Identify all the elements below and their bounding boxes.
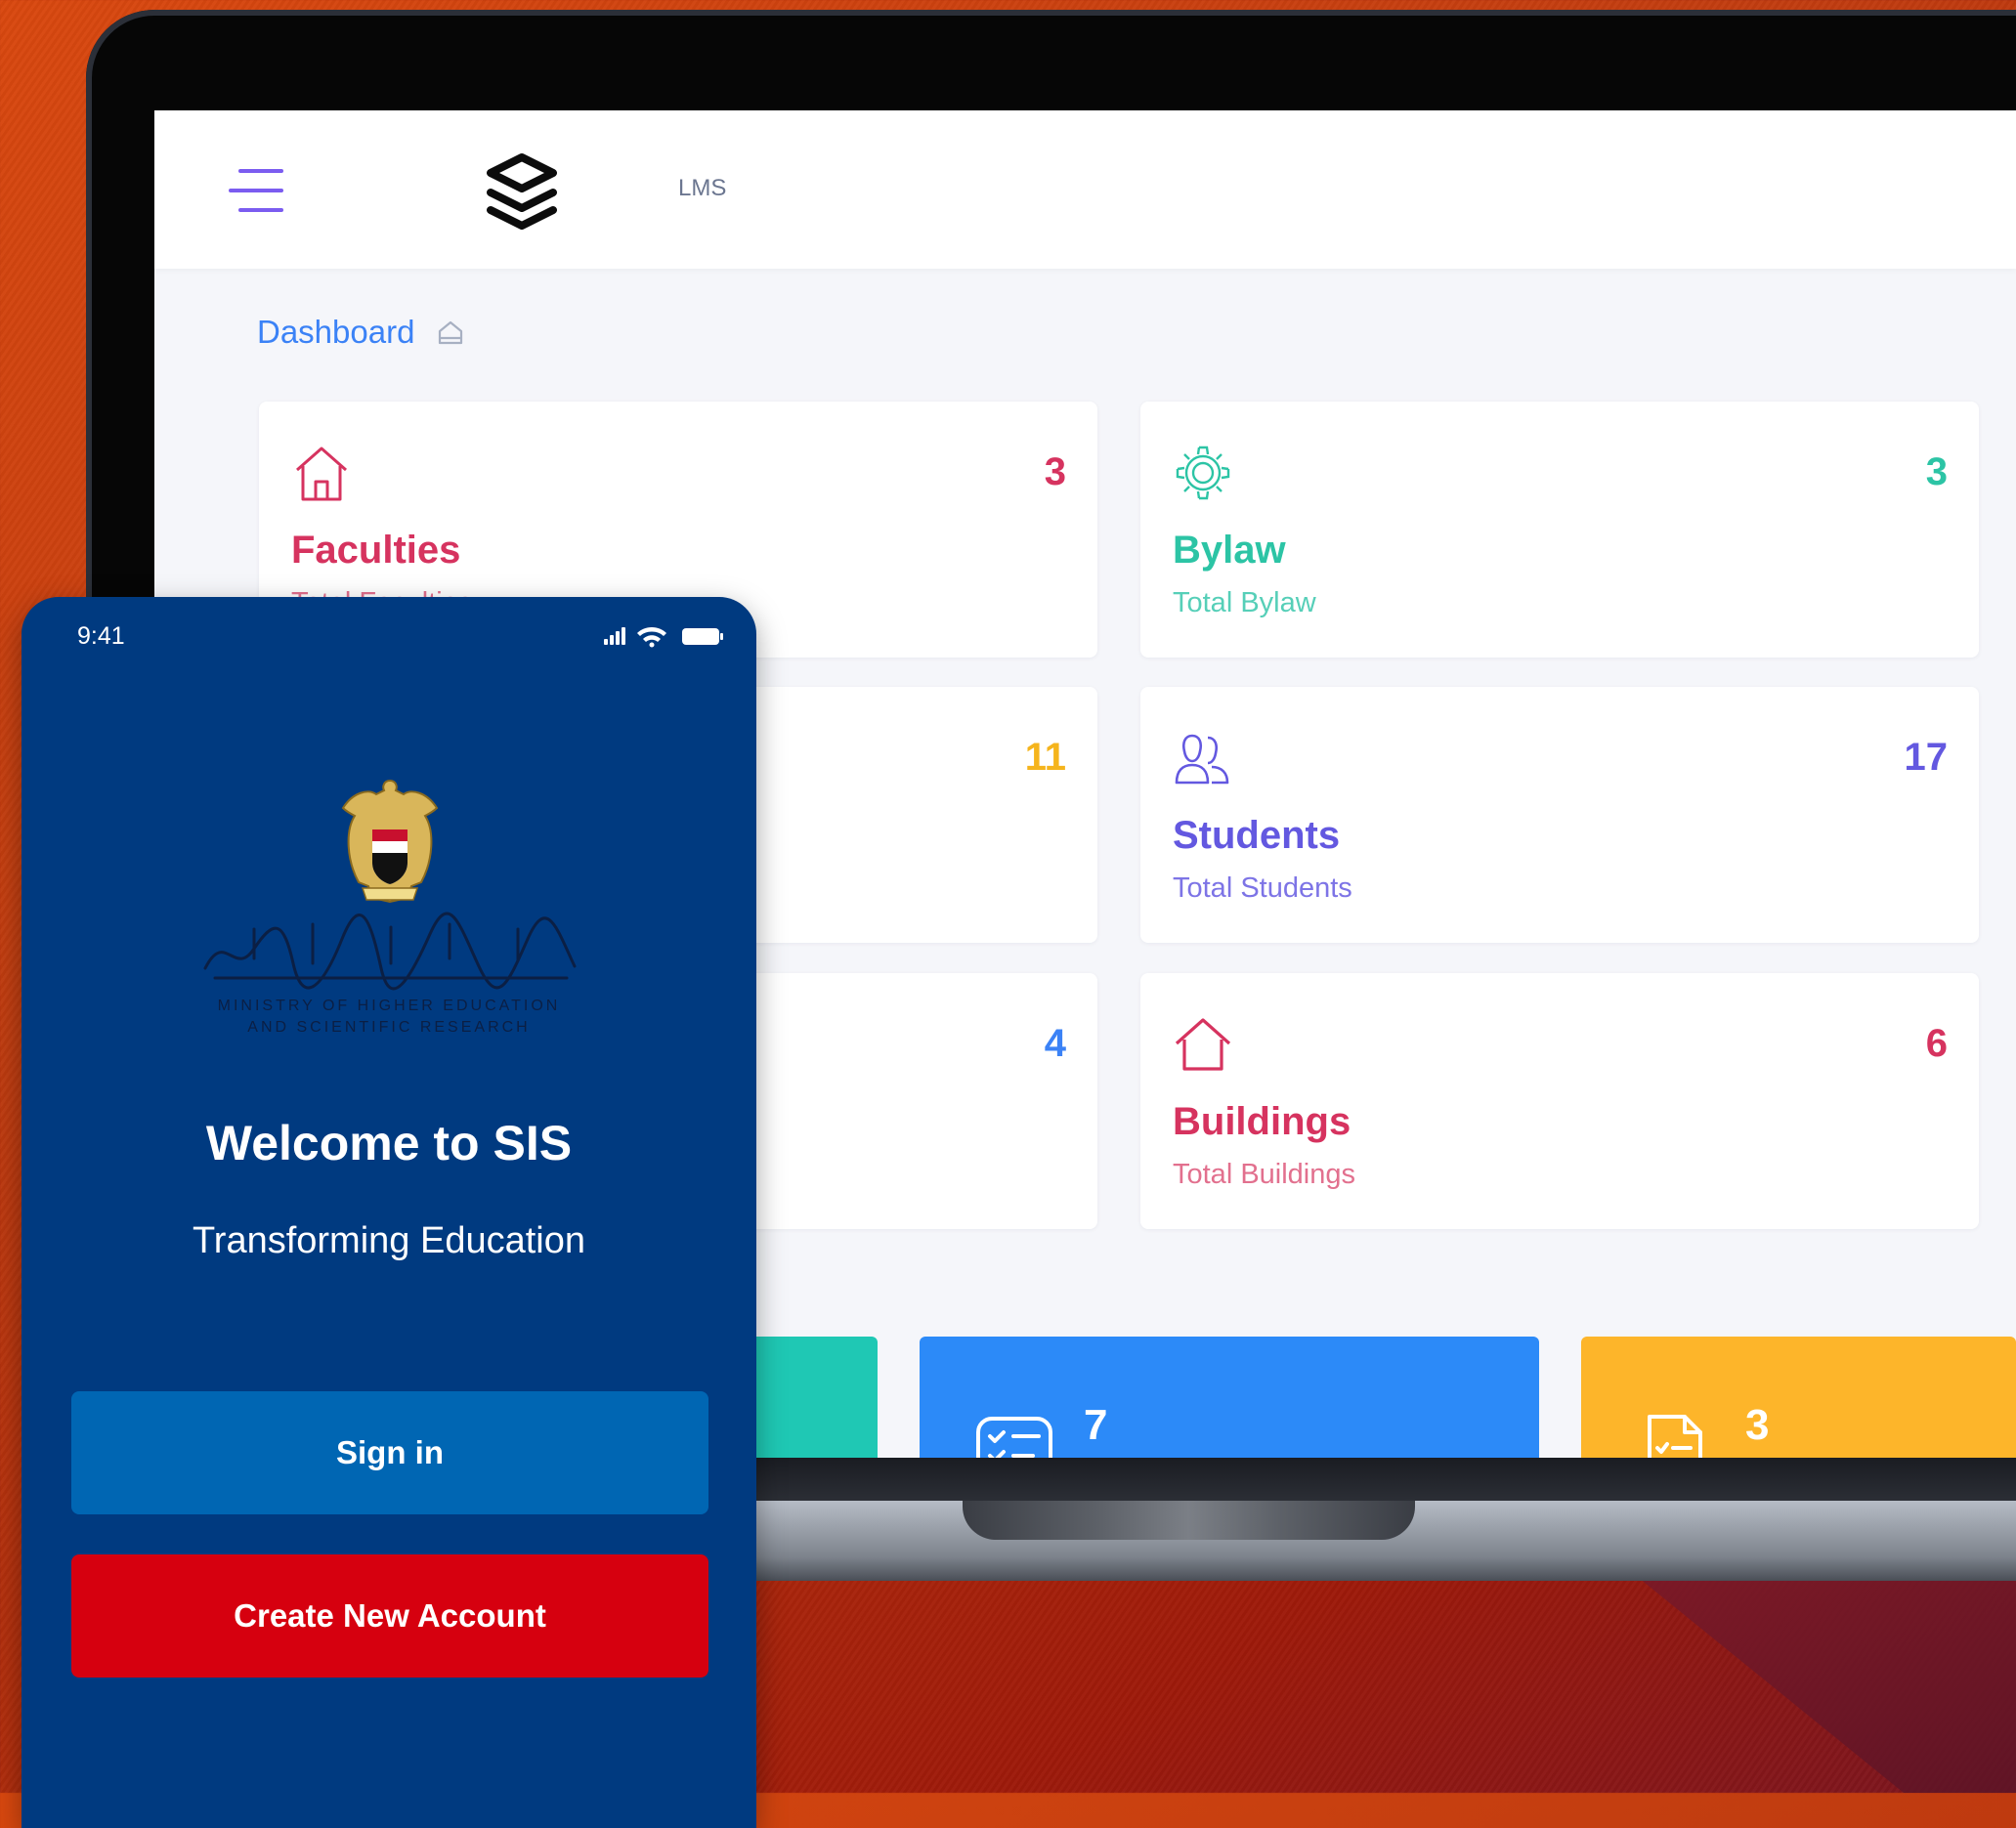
building-icon bbox=[1175, 1018, 1231, 1071]
summary-tile-blue[interactable]: 7 bbox=[920, 1337, 1539, 1459]
breadcrumb[interactable]: Dashboard bbox=[257, 314, 465, 351]
status-time: 9:41 bbox=[77, 622, 125, 650]
stat-card-buildings[interactable]: 6 Buildings Total Buildings bbox=[1140, 973, 1979, 1229]
hamburger-menu-icon[interactable] bbox=[229, 169, 283, 212]
stat-card-students[interactable]: 17 Students Total Students bbox=[1140, 687, 1979, 943]
app-label: LMS bbox=[678, 175, 727, 201]
tile-count: 3 bbox=[1745, 1401, 1770, 1449]
stacked-layers-logo-icon[interactable] bbox=[483, 146, 561, 232]
phone-screen: 9:41 MINISTRY OF HIGHER EDUCATION AND SC… bbox=[21, 597, 756, 1828]
laptop-hinge bbox=[684, 1458, 2016, 1503]
ministry-arabic-calligraphy bbox=[203, 912, 577, 991]
document-check-icon bbox=[1648, 1415, 1702, 1459]
home-outline-icon bbox=[439, 320, 463, 345]
house-icon bbox=[296, 446, 347, 501]
tagline: Transforming Education bbox=[192, 1220, 585, 1261]
stat-subtitle: Total Buildings bbox=[1173, 1159, 1355, 1190]
stat-count: 11 bbox=[1024, 736, 1066, 779]
gear-icon bbox=[1176, 446, 1230, 500]
stat-title: Buildings bbox=[1173, 1100, 1351, 1143]
checklist-card-icon bbox=[976, 1417, 1052, 1459]
stat-count: 3 bbox=[1044, 450, 1066, 493]
stat-card-bylaw[interactable]: 3 Bylaw Total Bylaw bbox=[1140, 402, 1979, 658]
stat-count: 6 bbox=[1925, 1022, 1948, 1065]
tile-count: 7 bbox=[1084, 1401, 1108, 1449]
create-account-button[interactable]: Create New Account bbox=[71, 1554, 708, 1678]
stat-count: 3 bbox=[1925, 450, 1948, 493]
breadcrumb-label[interactable]: Dashboard bbox=[257, 314, 414, 351]
welcome-title: Welcome to SIS bbox=[205, 1116, 573, 1170]
stat-count: 4 bbox=[1044, 1022, 1066, 1065]
top-bar: LMS bbox=[154, 110, 2016, 269]
users-icon bbox=[1175, 734, 1229, 785]
eagle-emblem bbox=[341, 779, 439, 904]
laptop-notch bbox=[963, 1501, 1415, 1540]
status-signal-wifi-battery-icon bbox=[604, 627, 723, 648]
stat-title: Students bbox=[1173, 814, 1341, 857]
stat-title: Faculties bbox=[291, 529, 461, 572]
stat-subtitle: Total Bylaw bbox=[1173, 587, 1316, 618]
stat-subtitle: Total Students bbox=[1173, 872, 1352, 904]
stat-title: Bylaw bbox=[1173, 529, 1286, 572]
summary-tile-yellow[interactable]: 3 bbox=[1581, 1337, 2016, 1459]
signin-button[interactable]: Sign in bbox=[71, 1391, 708, 1514]
stat-count: 17 bbox=[1904, 736, 1949, 779]
ministry-english-name: MINISTRY OF HIGHER EDUCATION AND SCIENTI… bbox=[217, 998, 561, 1036]
